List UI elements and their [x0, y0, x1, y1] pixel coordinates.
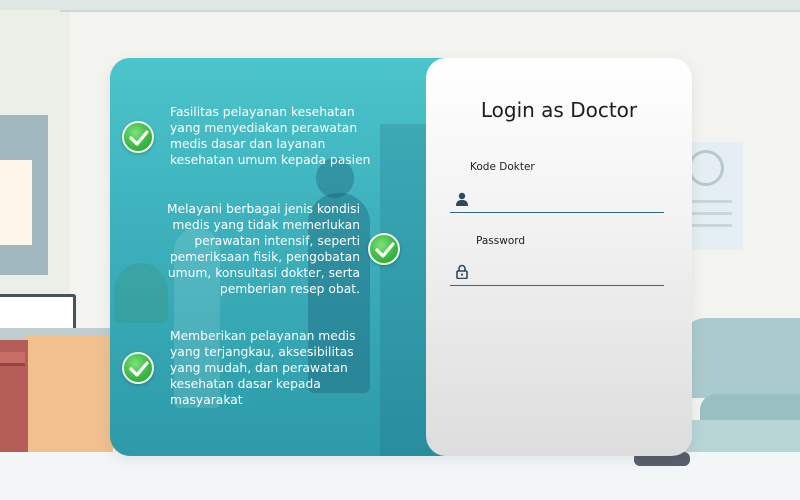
check-circle-icon	[368, 233, 400, 265]
window-glass	[0, 160, 32, 245]
ceiling	[0, 0, 800, 10]
sofa-base	[680, 420, 800, 454]
check-circle-icon	[122, 352, 154, 384]
poster-circle	[688, 150, 724, 186]
poster-line	[692, 224, 732, 227]
feature-text-1: Fasilitas pelayanan kesehatan yang menye…	[170, 105, 371, 167]
desk-drawer	[0, 352, 25, 366]
password-input[interactable]	[474, 259, 664, 284]
sofa-seat	[700, 394, 800, 422]
doctor-code-field[interactable]	[450, 185, 664, 213]
feature-text-2: Melayani berbagai jenis kondisi medis ya…	[166, 202, 360, 296]
login-panel: Fasilitas pelayanan kesehatan yang menye…	[110, 58, 692, 456]
lock-icon	[450, 260, 474, 284]
sofa-back	[680, 318, 800, 398]
doctor-code-label: Kode Dokter	[470, 161, 535, 173]
user-icon	[450, 187, 474, 211]
poster-line	[692, 200, 732, 203]
password-field[interactable]	[450, 258, 664, 286]
login-form: Login as Doctor Kode Dokter Password	[426, 58, 692, 456]
doctor-code-input[interactable]	[474, 186, 664, 211]
form-title: Login as Doctor	[480, 98, 638, 122]
check-circle-icon	[122, 121, 154, 153]
ceiling-line	[60, 10, 800, 12]
poster-line	[692, 212, 732, 215]
feature-text-3: Memberikan pelayanan medis yang terjangk…	[170, 329, 356, 407]
info-panel: Fasilitas pelayanan kesehatan yang menye…	[110, 58, 450, 456]
desk	[25, 336, 113, 454]
password-label: Password	[476, 235, 526, 247]
